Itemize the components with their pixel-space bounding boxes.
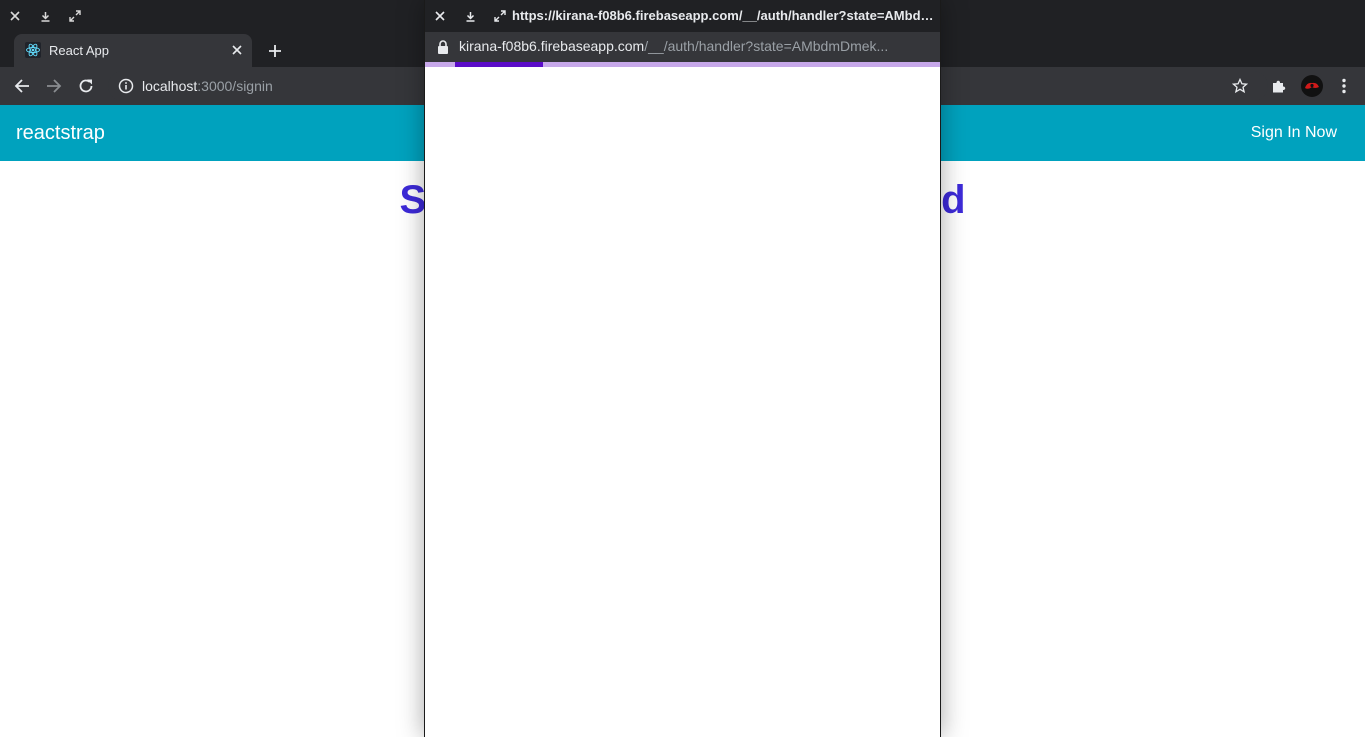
close-icon[interactable] [5, 6, 25, 26]
profile-avatar[interactable] [1300, 74, 1324, 98]
sign-in-link[interactable]: Sign In Now [1251, 124, 1337, 142]
popup-titlebar: https://kirana-f08b6.firebaseapp.com/__/… [425, 0, 940, 32]
forward-icon[interactable] [42, 74, 66, 98]
address-text: localhost:3000/signin [142, 78, 273, 94]
download-icon[interactable] [35, 6, 55, 26]
menu-icon[interactable] [1332, 74, 1356, 98]
auth-popup-window: https://kirana-f08b6.firebaseapp.com/__/… [424, 0, 941, 737]
tab-title: React App [49, 43, 109, 58]
reload-icon[interactable] [74, 74, 98, 98]
new-tab-button[interactable] [264, 40, 286, 62]
popup-url-host: kirana-f08b6.firebaseapp.com [459, 38, 645, 54]
heading-first-letter: S [399, 178, 427, 222]
back-icon[interactable] [10, 74, 34, 98]
react-icon [25, 42, 41, 58]
popup-url-bar: kirana-f08b6.firebaseapp.com/__/auth/han… [425, 32, 940, 62]
info-icon[interactable] [118, 78, 134, 94]
popup-maximize-icon[interactable] [490, 6, 510, 26]
address-host: localhost [142, 78, 198, 94]
popup-content [425, 67, 940, 737]
popup-download-icon[interactable] [460, 6, 480, 26]
maximize-icon[interactable] [65, 6, 85, 26]
popup-close-icon[interactable] [430, 6, 450, 26]
navbar-brand[interactable]: reactstrap [16, 122, 105, 145]
tab-react-app[interactable]: React App [14, 34, 252, 67]
lock-icon [437, 40, 449, 54]
screen: React App localhost:3000/signin reactstr… [0, 0, 1365, 737]
heading-last-letter: d [941, 178, 966, 222]
star-icon[interactable] [1228, 74, 1252, 98]
puzzle-icon[interactable] [1267, 74, 1291, 98]
address-path: :3000/signin [197, 78, 273, 94]
popup-url-path: /__/auth/handler?state=AMbdmDmek... [644, 38, 889, 54]
tab-close-icon[interactable] [228, 41, 246, 59]
popup-title: https://kirana-f08b6.firebaseapp.com/__/… [512, 8, 938, 23]
popup-url: kirana-f08b6.firebaseapp.com/__/auth/han… [459, 38, 925, 54]
